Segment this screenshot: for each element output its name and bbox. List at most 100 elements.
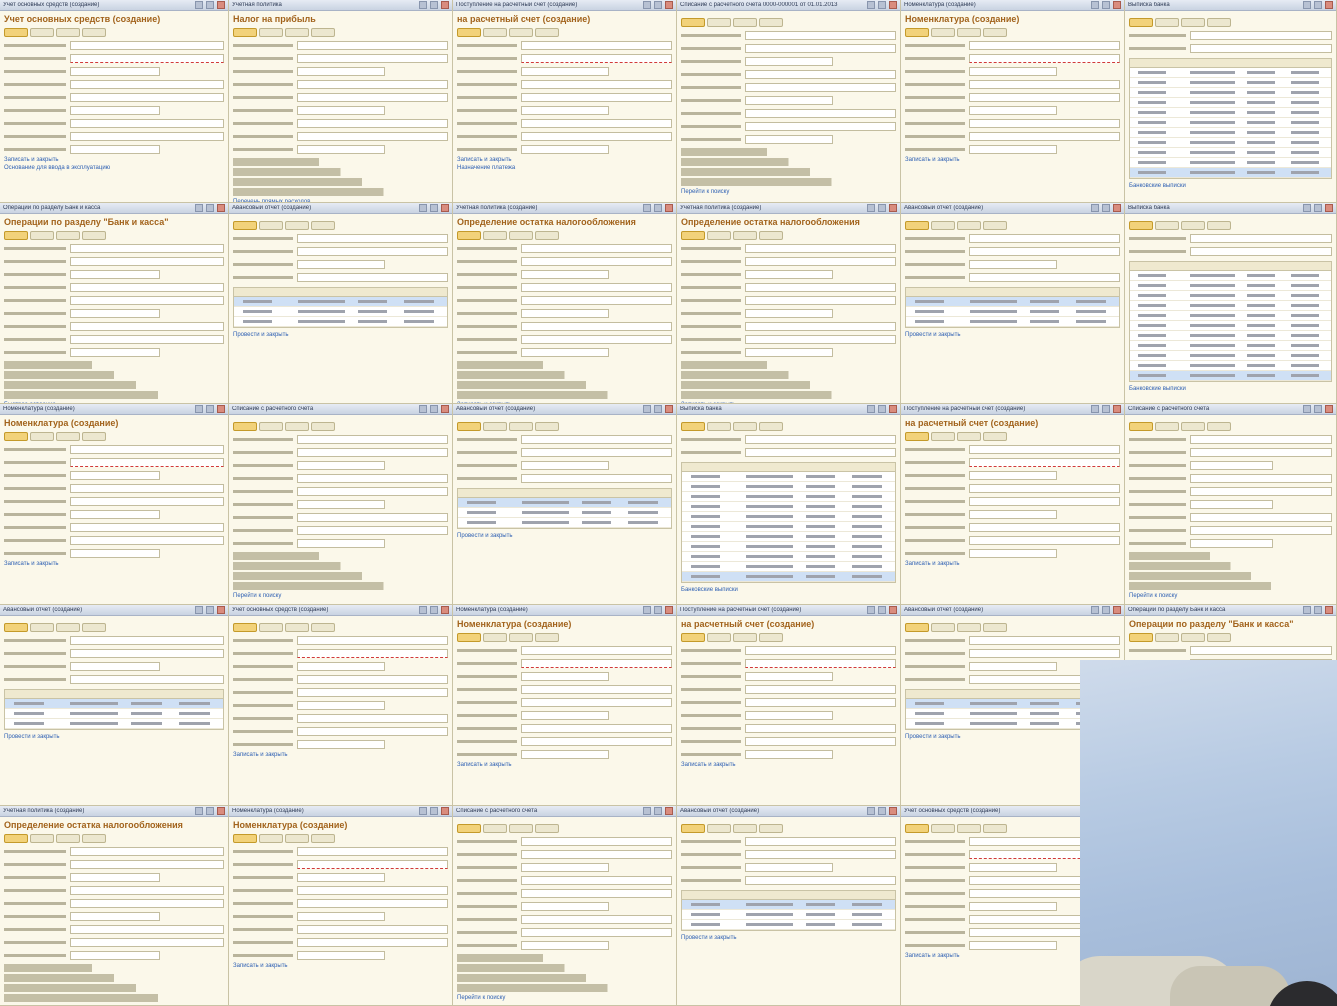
- input-field[interactable]: [297, 649, 448, 658]
- minimize-icon[interactable]: [867, 807, 875, 815]
- table-row[interactable]: [1130, 301, 1331, 311]
- nav-link[interactable]: Перейти к поиску: [1125, 592, 1336, 600]
- toolbar-button[interactable]: [4, 28, 28, 37]
- table-row[interactable]: [1130, 168, 1331, 178]
- table-row[interactable]: [1130, 138, 1331, 148]
- input-field[interactable]: [1189, 31, 1332, 40]
- toolbar-button[interactable]: [30, 28, 54, 37]
- close-icon[interactable]: [441, 204, 449, 212]
- table-row[interactable]: [1130, 158, 1331, 168]
- toolbar-button[interactable]: [82, 432, 106, 441]
- input-field[interactable]: [521, 941, 610, 950]
- table-row[interactable]: [458, 508, 671, 518]
- input-field[interactable]: [297, 500, 386, 509]
- toolbar-button[interactable]: [233, 422, 257, 431]
- toolbar-button[interactable]: [535, 231, 559, 240]
- minimize-icon[interactable]: [643, 807, 651, 815]
- toolbar-button[interactable]: [759, 824, 783, 833]
- input-field[interactable]: [969, 662, 1058, 671]
- toolbar-button[interactable]: [905, 432, 929, 441]
- input-field[interactable]: [969, 636, 1120, 645]
- input-field[interactable]: [69, 270, 160, 279]
- input-field[interactable]: [69, 54, 224, 63]
- table-row[interactable]: [682, 472, 895, 482]
- input-field[interactable]: [1189, 539, 1274, 548]
- toolbar-button[interactable]: [957, 28, 981, 37]
- toolbar-button[interactable]: [483, 422, 507, 431]
- toolbar-button[interactable]: [82, 231, 106, 240]
- input-field[interactable]: [69, 523, 224, 532]
- maximize-icon[interactable]: [878, 807, 886, 815]
- input-field[interactable]: [297, 67, 386, 76]
- close-icon[interactable]: [889, 1, 897, 9]
- table-row[interactable]: [682, 522, 895, 532]
- toolbar-button[interactable]: [905, 221, 929, 230]
- input-field[interactable]: [969, 510, 1058, 519]
- toolbar-button[interactable]: [707, 422, 731, 431]
- input-field[interactable]: [297, 701, 386, 710]
- input-field[interactable]: [969, 445, 1120, 454]
- input-field[interactable]: [69, 484, 224, 493]
- input-field[interactable]: [969, 145, 1058, 154]
- input-field[interactable]: [69, 860, 224, 869]
- table-row[interactable]: [682, 572, 895, 582]
- input-field[interactable]: [297, 260, 386, 269]
- close-icon[interactable]: [665, 405, 673, 413]
- toolbar-button[interactable]: [681, 633, 705, 642]
- input-field[interactable]: [745, 322, 896, 331]
- input-field[interactable]: [297, 145, 386, 154]
- nav-link[interactable]: Записать и закрыть: [453, 156, 676, 164]
- toolbar-button[interactable]: [311, 422, 335, 431]
- toolbar-button[interactable]: [707, 18, 731, 27]
- table-row[interactable]: [1130, 371, 1331, 381]
- input-field[interactable]: [297, 106, 386, 115]
- input-field[interactable]: [521, 685, 672, 694]
- nav-link[interactable]: Банковские выписки: [1125, 182, 1336, 190]
- close-icon[interactable]: [217, 204, 225, 212]
- input-field[interactable]: [521, 915, 672, 924]
- minimize-icon[interactable]: [867, 405, 875, 413]
- table-row[interactable]: [682, 900, 895, 910]
- toolbar-button[interactable]: [56, 28, 80, 37]
- close-icon[interactable]: [441, 606, 449, 614]
- toolbar-button[interactable]: [457, 633, 481, 642]
- input-field[interactable]: [745, 57, 834, 66]
- toolbar-button[interactable]: [1129, 422, 1153, 431]
- toolbar-button[interactable]: [285, 623, 309, 632]
- input-field[interactable]: [69, 296, 224, 305]
- toolbar-button[interactable]: [311, 623, 335, 632]
- input-field[interactable]: [69, 636, 224, 645]
- nav-link[interactable]: Провести и закрыть: [901, 331, 1124, 339]
- toolbar-button[interactable]: [30, 623, 54, 632]
- table-row[interactable]: [1130, 281, 1331, 291]
- input-field[interactable]: [69, 80, 224, 89]
- input-field[interactable]: [521, 435, 672, 444]
- input-field[interactable]: [521, 67, 610, 76]
- input-field[interactable]: [745, 685, 896, 694]
- input-field[interactable]: [969, 549, 1058, 558]
- toolbar-button[interactable]: [733, 231, 757, 240]
- toolbar-button[interactable]: [681, 231, 705, 240]
- input-field[interactable]: [69, 510, 160, 519]
- maximize-icon[interactable]: [430, 204, 438, 212]
- table-row[interactable]: [682, 542, 895, 552]
- table-row[interactable]: [1130, 291, 1331, 301]
- input-field[interactable]: [969, 273, 1120, 282]
- table-row[interactable]: [1130, 98, 1331, 108]
- table-row[interactable]: [1130, 88, 1331, 98]
- toolbar-button[interactable]: [509, 28, 533, 37]
- close-icon[interactable]: [665, 1, 673, 9]
- minimize-icon[interactable]: [419, 1, 427, 9]
- input-field[interactable]: [69, 119, 224, 128]
- table-row[interactable]: [1130, 148, 1331, 158]
- toolbar-button[interactable]: [905, 824, 929, 833]
- toolbar-button[interactable]: [535, 633, 559, 642]
- toolbar-button[interactable]: [957, 824, 981, 833]
- toolbar-button[interactable]: [983, 28, 1007, 37]
- input-field[interactable]: [297, 93, 448, 102]
- input-field[interactable]: [745, 850, 896, 859]
- toolbar-button[interactable]: [707, 231, 731, 240]
- toolbar-button[interactable]: [483, 231, 507, 240]
- minimize-icon[interactable]: [867, 606, 875, 614]
- input-field[interactable]: [745, 448, 896, 457]
